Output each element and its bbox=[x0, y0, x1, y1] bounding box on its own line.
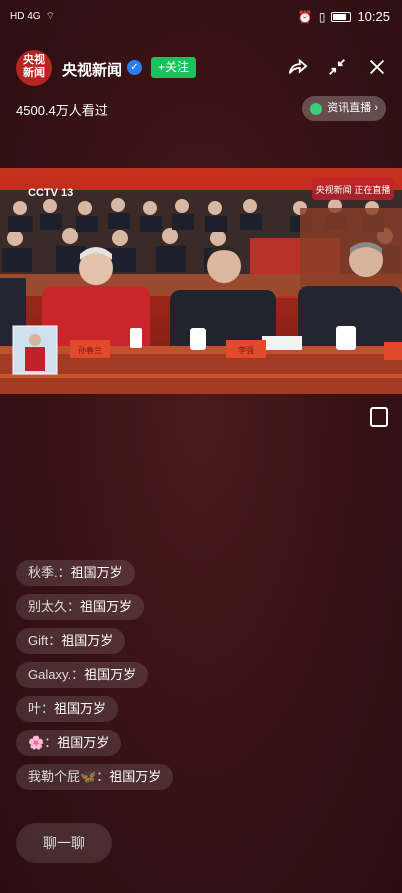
nameplate-2: 李强 bbox=[238, 345, 254, 355]
comment-user[interactable]: 别太久 bbox=[28, 599, 67, 614]
comment-item: 🌸：祖国万岁 bbox=[16, 730, 173, 764]
comment-sep: ： bbox=[44, 735, 58, 750]
comment-text: 祖国万岁 bbox=[61, 633, 114, 648]
header-actions bbox=[286, 56, 388, 84]
comment-sep: ： bbox=[57, 565, 71, 580]
cctv-watermark: CCTV 13 bbox=[28, 187, 73, 199]
comment-text: 祖国万岁 bbox=[54, 701, 107, 716]
comment-bubble: 我勒个屁🦋：祖国万岁 bbox=[16, 764, 174, 790]
network-indicator: HD 4G bbox=[10, 11, 41, 22]
status-bar: HD 4G ⌔ ⏰ ▯ 10:25 bbox=[0, 0, 402, 34]
follow-button[interactable]: +关注 bbox=[151, 57, 197, 78]
chat-input-button[interactable]: 聊一聊 bbox=[16, 823, 112, 863]
comment-item: Gift：祖国万岁 bbox=[16, 628, 173, 662]
video-frame: 孙春兰 李强 CCTV 13 央视新闻 正在直播 bbox=[0, 168, 402, 394]
comment-bubble: Gift：祖国万岁 bbox=[16, 628, 126, 654]
comment-text: 祖国万岁 bbox=[84, 667, 137, 682]
comment-text: 祖国万岁 bbox=[57, 735, 110, 750]
status-left: HD 4G ⌔ bbox=[10, 10, 55, 23]
comment-text: 祖国万岁 bbox=[80, 599, 133, 614]
comment-text: 祖国万岁 bbox=[109, 769, 162, 784]
status-right: ⏰ ▯ 10:25 bbox=[298, 9, 390, 24]
logo-line-2: 新闻 bbox=[23, 67, 45, 79]
nameplate-1: 孙春兰 bbox=[78, 345, 102, 355]
comment-sep: ： bbox=[41, 701, 55, 716]
news-live-label: 资讯直播 › bbox=[327, 102, 378, 114]
comment-item: 叶：祖国万岁 bbox=[16, 696, 173, 730]
globe-icon bbox=[310, 102, 323, 115]
comment-item: 别太久：祖国万岁 bbox=[16, 594, 173, 628]
comment-user[interactable]: 我勒个屁🦋 bbox=[28, 769, 96, 784]
comment-user[interactable]: Gift bbox=[28, 633, 48, 648]
news-live-button[interactable]: 资讯直播 › bbox=[302, 96, 386, 121]
comment-item: 秋季.：祖国万岁 bbox=[16, 560, 173, 594]
rotate-screen-icon[interactable] bbox=[370, 407, 388, 427]
battery-icon bbox=[331, 11, 352, 22]
comment-bubble: Galaxy.：祖国万岁 bbox=[16, 662, 149, 688]
channel-name[interactable]: 央视新闻 bbox=[62, 59, 122, 80]
comment-user[interactable]: 秋季. bbox=[28, 565, 58, 580]
wifi-icon: ⌔ bbox=[45, 11, 55, 22]
live-watermark: 央视新闻 正在直播 bbox=[316, 184, 391, 196]
close-icon[interactable] bbox=[366, 56, 388, 84]
logo-line-1: 央视 bbox=[23, 54, 45, 66]
comment-bubble: 叶：祖国万岁 bbox=[16, 696, 119, 722]
clock: 10:25 bbox=[357, 9, 390, 24]
live-header: 央视 新闻 央视新闻 ✓ +关注 bbox=[0, 48, 402, 88]
comment-user[interactable]: Galaxy. bbox=[28, 667, 71, 682]
verified-icon: ✓ bbox=[127, 60, 142, 75]
comment-user[interactable]: 🌸 bbox=[28, 735, 44, 750]
comment-item: 我勒个屁🦋：祖国万岁 bbox=[16, 764, 174, 798]
comment-bubble: 🌸：祖国万岁 bbox=[16, 730, 122, 756]
comment-sep: ： bbox=[71, 667, 85, 682]
comment-bubble: 别太久：祖国万岁 bbox=[16, 594, 145, 620]
viewer-count: 4500.4万人看过 bbox=[16, 103, 108, 118]
comment-bubble: 秋季.：祖国万岁 bbox=[16, 560, 135, 586]
comment-list: 秋季.：祖国万岁 别太久：祖国万岁 Gift：祖国万岁 Galaxy.：祖国万岁… bbox=[16, 560, 174, 798]
alarm-icon: ⏰ bbox=[297, 9, 313, 24]
channel-logo[interactable]: 央视 新闻 bbox=[16, 50, 52, 86]
share-icon[interactable] bbox=[286, 56, 308, 84]
live-video[interactable]: 孙春兰 李强 CCTV 13 央视新闻 正在直播 bbox=[0, 168, 402, 394]
minimize-icon[interactable] bbox=[326, 56, 348, 84]
comment-sep: ： bbox=[67, 599, 81, 614]
comment-sep: ： bbox=[96, 769, 110, 784]
comment-text: 祖国万岁 bbox=[70, 565, 123, 580]
vibrate-icon: ▯ bbox=[318, 9, 326, 24]
comment-item: Galaxy.：祖国万岁 bbox=[16, 662, 173, 696]
comment-sep: ： bbox=[48, 633, 62, 648]
comment-user[interactable]: 叶 bbox=[28, 701, 41, 716]
